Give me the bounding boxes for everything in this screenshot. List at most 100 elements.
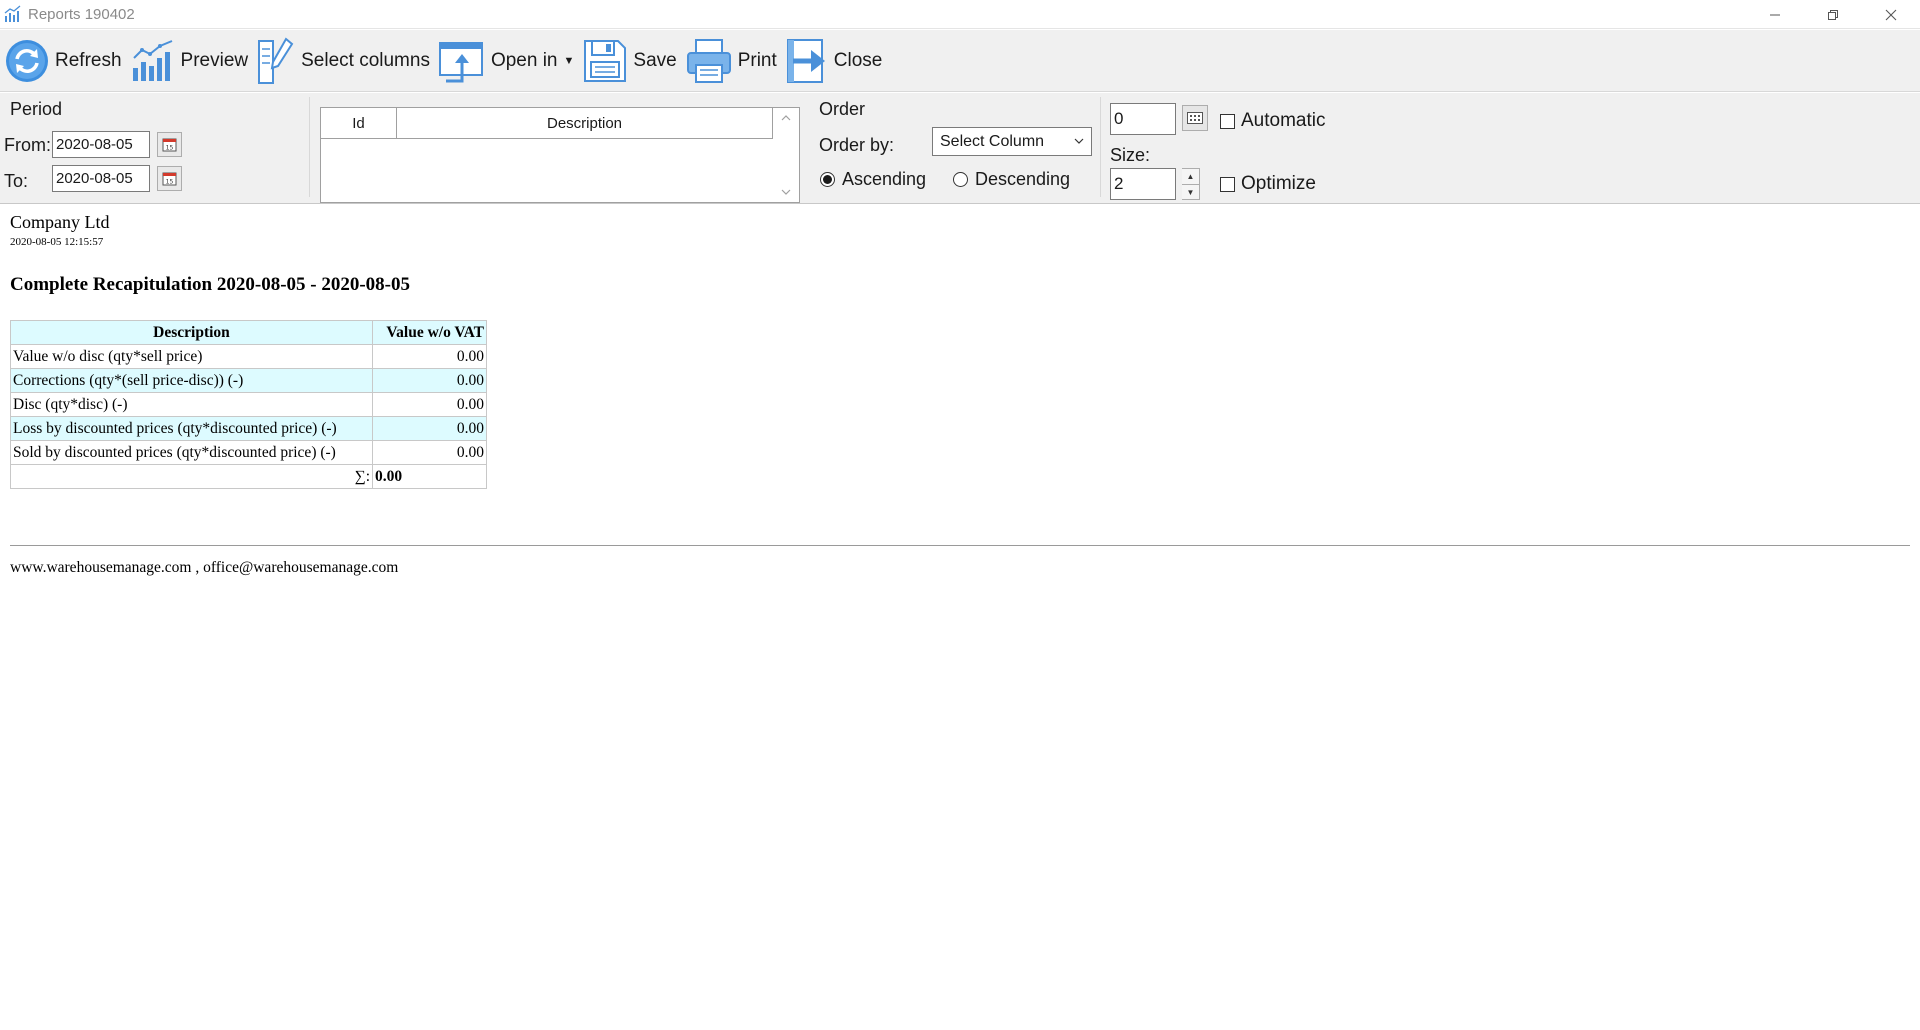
row-value: 0.00 (372, 392, 487, 417)
from-date-input[interactable]: 2020-08-05 (52, 131, 150, 158)
ascending-radio[interactable]: Ascending (820, 169, 926, 190)
sum-row: ∑: 0.00 (10, 464, 487, 489)
edit-columns-icon (258, 36, 294, 84)
automatic-label: Automatic (1241, 110, 1326, 131)
table-row: Value w/o disc (qty*sell price) 0.00 (10, 344, 487, 369)
title-bar: Reports 190402 (0, 0, 1920, 29)
table-row: Corrections (qty*(sell price-disc)) (-) … (10, 368, 487, 393)
report-timestamp: 2020-08-05 12:15:57 (10, 236, 104, 248)
printer-icon (686, 38, 731, 83)
size-input[interactable]: 2 (1110, 168, 1176, 200)
table-row: Disc (qty*disc) (-) 0.00 (10, 392, 487, 417)
select-columns-button[interactable]: Select columns (256, 33, 430, 89)
select-columns-label: Select columns (301, 49, 430, 71)
row-description: Corrections (qty*(sell price-disc)) (-) (10, 368, 373, 393)
ascending-label: Ascending (842, 169, 927, 189)
spin-down-icon[interactable]: ▼ (1182, 184, 1199, 199)
save-button[interactable]: Save (582, 33, 677, 89)
row-description: Sold by discounted prices (qty*discounte… (10, 440, 373, 465)
preview-button[interactable]: Preview (130, 33, 249, 89)
checkbox-unchecked-icon (1220, 176, 1235, 192)
row-value: 0.00 (372, 416, 487, 441)
restore-button[interactable] (1804, 0, 1862, 29)
size-spinner[interactable]: ▲ ▼ (1182, 168, 1200, 200)
close-label: Close (833, 49, 883, 71)
row-value: 0.00 (372, 440, 487, 465)
refresh-label: Refresh (55, 49, 122, 71)
dropdown-caret-icon: ▼ (563, 54, 575, 67)
row-description: Value w/o disc (qty*sell price) (10, 344, 373, 369)
table-row: Sold by discounted prices (qty*discounte… (10, 440, 487, 465)
calculator-button[interactable] (1182, 105, 1208, 131)
calendar-icon: 15 (162, 138, 177, 152)
save-label: Save (633, 49, 677, 71)
calendar-icon: 15 (162, 172, 177, 186)
grid-col-description[interactable]: Description (397, 108, 773, 138)
spin-up-icon[interactable]: ▲ (1182, 169, 1199, 184)
exit-arrow-icon (786, 38, 825, 83)
close-button[interactable]: Close (785, 33, 883, 89)
footer-contact: www.warehousemanage.com , office@warehou… (10, 559, 399, 576)
print-label: Print (737, 49, 777, 71)
chart-preview-icon (132, 39, 172, 81)
to-calendar-button[interactable]: 15 (157, 166, 182, 191)
automatic-checkbox[interactable]: Automatic (1220, 110, 1325, 132)
row-description: Disc (qty*disc) (-) (10, 392, 373, 417)
col-description: Description (10, 320, 373, 345)
preview-label: Preview (180, 49, 249, 71)
table-row: Loss by discounted prices (qty*discounte… (10, 416, 487, 441)
close-icon (1885, 9, 1897, 20)
minimize-button[interactable] (1746, 0, 1804, 29)
recap-table: Description Value w/o VAT Value w/o disc… (10, 320, 487, 489)
report-title: Complete Recapitulation 2020-08-05 - 202… (10, 274, 411, 295)
optimize-label: Optimize (1241, 173, 1316, 194)
grid-col-id[interactable]: Id (321, 108, 397, 138)
order-legend: Order (819, 99, 866, 119)
size-label: Size: (1110, 145, 1151, 165)
refresh-button[interactable]: Refresh (4, 33, 122, 89)
company-name: Company Ltd (10, 212, 110, 232)
grid-scrollbar[interactable] (773, 108, 799, 202)
save-icon (584, 39, 627, 82)
window-title: Reports 190402 (28, 5, 135, 23)
descending-label: Descending (975, 169, 1071, 189)
order-column-value: Select Column (940, 132, 1045, 150)
period-legend: Period (10, 99, 63, 119)
report-view: Company Ltd 2020-08-05 12:15:57 Complete… (0, 205, 1920, 1030)
from-calendar-button[interactable]: 15 (157, 132, 182, 157)
optimize-checkbox[interactable]: Optimize (1220, 173, 1316, 195)
order-column-select[interactable]: Select Column (932, 127, 1092, 156)
checkbox-unchecked-icon (1220, 113, 1235, 129)
close-window-button[interactable] (1862, 0, 1920, 29)
order-group: Order Order by: Select Column Ascending … (811, 97, 1101, 197)
reports-app-icon (4, 5, 21, 22)
id-description-grid[interactable]: Id Description (320, 107, 800, 203)
svg-text:15: 15 (166, 179, 174, 186)
open-in-label: Open in (490, 49, 558, 71)
chevron-down-icon (1074, 138, 1084, 144)
print-button[interactable]: Print (685, 33, 777, 89)
count-input[interactable]: 0 (1110, 103, 1176, 135)
open-in-icon (438, 41, 483, 82)
row-value: 0.00 (372, 368, 487, 393)
grid-header: Id Description (321, 108, 773, 139)
sum-value: 0.00 (372, 464, 487, 489)
radio-unchecked-icon (953, 172, 968, 187)
filter-panel: Period From: 2020-08-05 15 To: 2020-08-0… (0, 93, 1920, 204)
row-description: Loss by discounted prices (qty*discounte… (10, 416, 373, 441)
restore-icon (1828, 9, 1838, 20)
order-by-label: Order by: (819, 135, 895, 155)
descending-radio[interactable]: Descending (953, 169, 1070, 190)
to-date-input[interactable]: 2020-08-05 (52, 165, 150, 192)
scroll-down-icon (781, 189, 791, 195)
sum-label: ∑: (10, 464, 373, 489)
toolbar: Refresh Preview Select columns Open in ▼… (0, 30, 1920, 92)
table-header-row: Description Value w/o VAT (10, 320, 487, 345)
footer-divider (10, 545, 1910, 546)
refresh-icon (6, 39, 48, 82)
from-label: From: (4, 135, 51, 155)
open-in-button[interactable]: Open in ▼ (438, 33, 574, 89)
calculator-icon (1187, 112, 1203, 124)
svg-text:15: 15 (166, 145, 174, 152)
col-value: Value w/o VAT (372, 320, 487, 345)
